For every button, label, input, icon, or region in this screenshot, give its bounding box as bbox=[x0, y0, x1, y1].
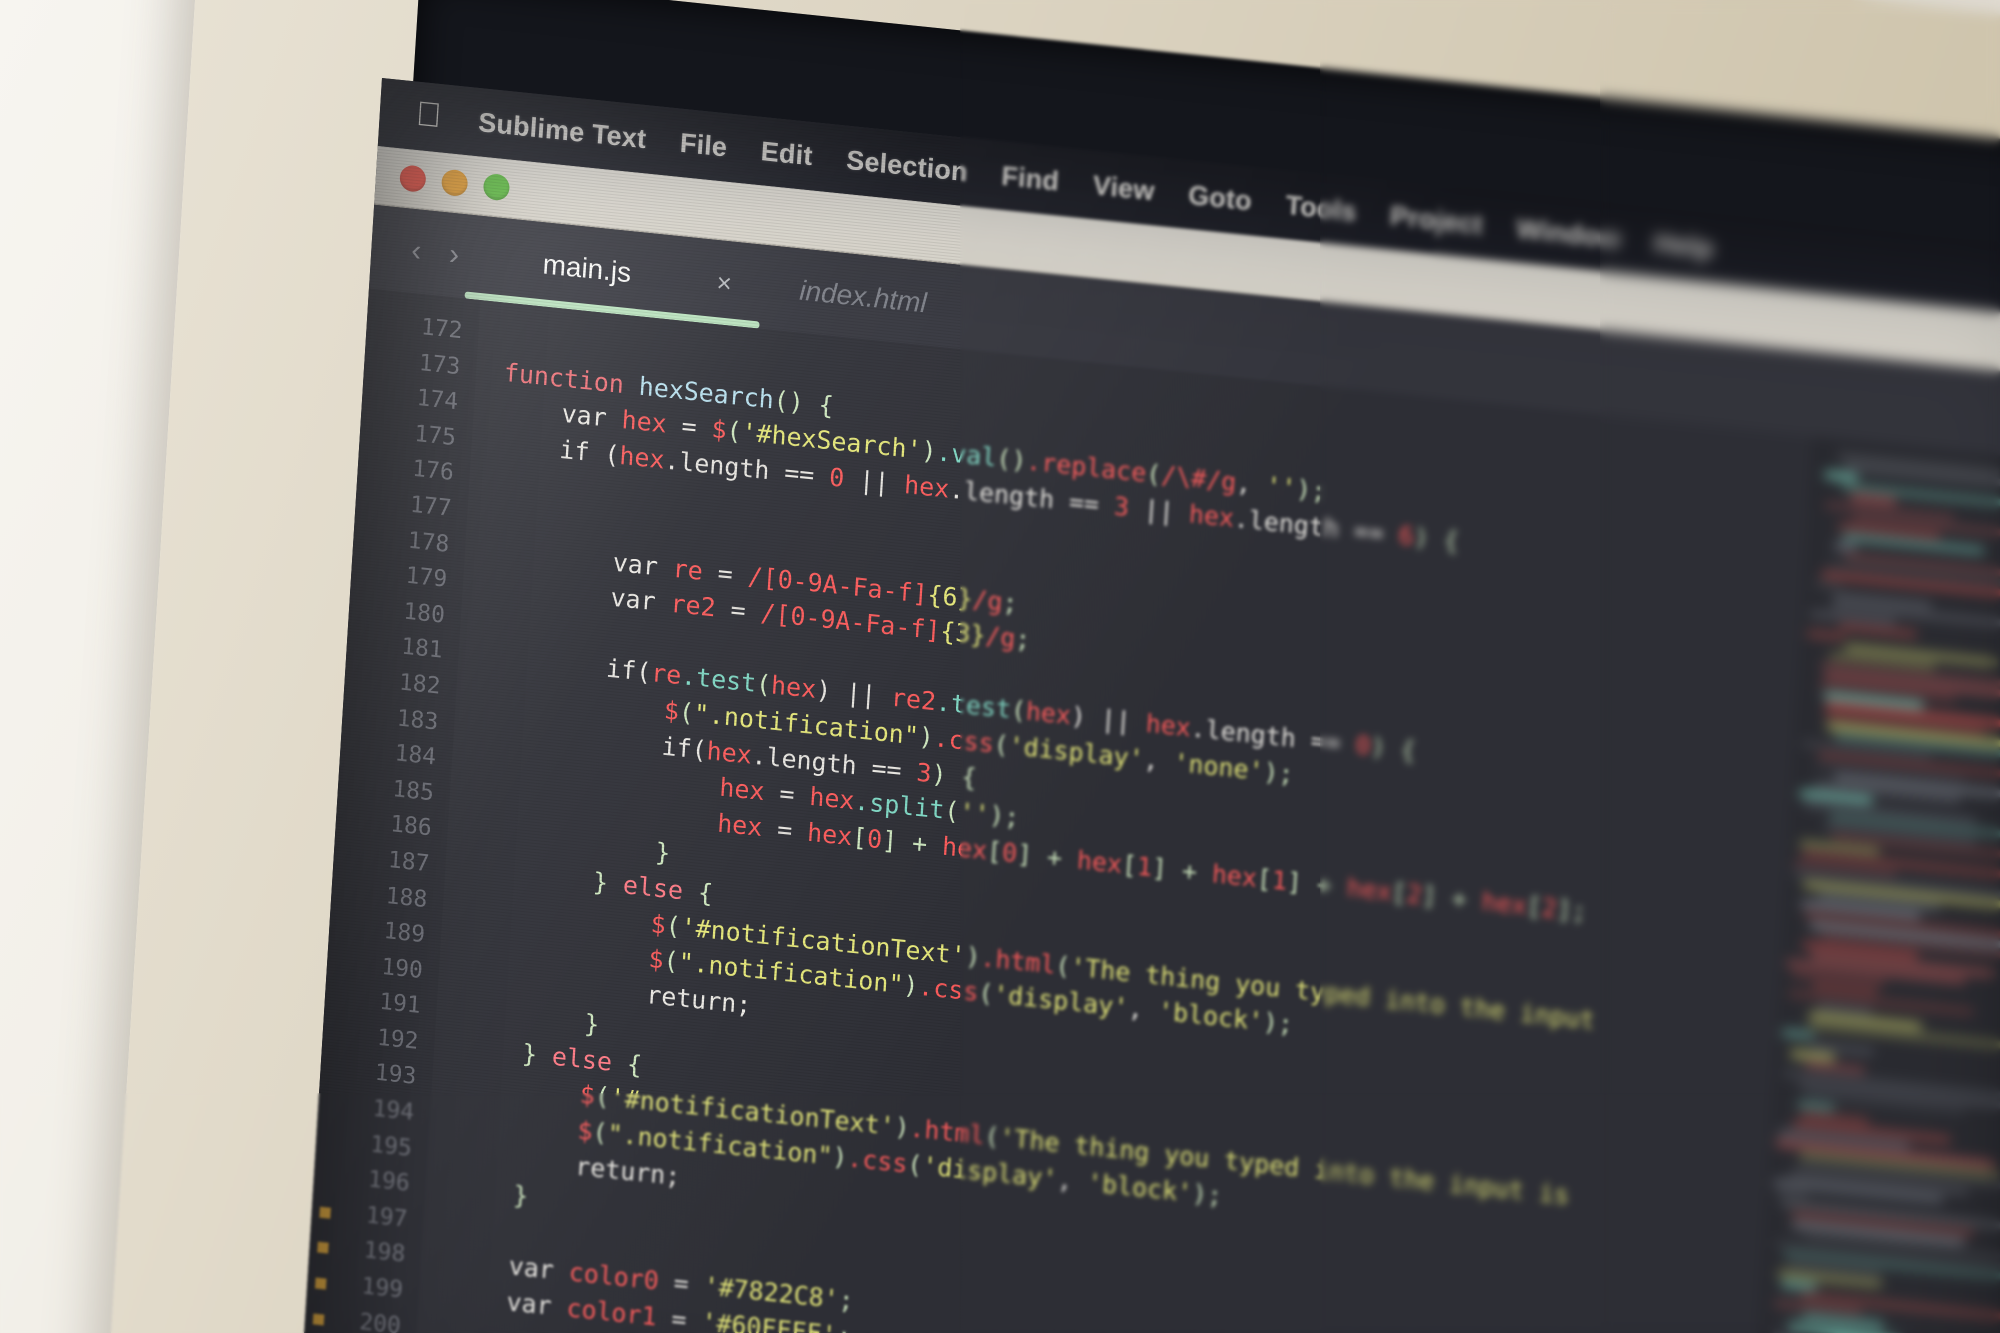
minimize-traffic-light[interactable] bbox=[440, 168, 469, 198]
menu-item-file[interactable]: File bbox=[662, 125, 745, 164]
code-token: re bbox=[650, 658, 683, 691]
code-token: { bbox=[611, 1047, 643, 1080]
close-traffic-light[interactable] bbox=[399, 164, 427, 193]
tab-label: index.html bbox=[798, 274, 928, 319]
nav-forward-icon[interactable]: › bbox=[434, 236, 474, 274]
menu-item-sublime-text[interactable]: Sublime Text bbox=[461, 105, 664, 157]
code-token: hex bbox=[620, 405, 668, 439]
code-token: hex bbox=[903, 469, 951, 504]
code-token: .split bbox=[853, 786, 946, 825]
code-token: { bbox=[682, 876, 714, 909]
code-token: else bbox=[551, 1041, 613, 1077]
code-token: else bbox=[622, 870, 684, 906]
tab-label: main.js bbox=[541, 248, 633, 289]
apple-logo-icon[interactable]:  bbox=[400, 93, 462, 141]
code-token: hex bbox=[770, 670, 818, 705]
code-token: = bbox=[761, 812, 809, 847]
code-token: hex bbox=[718, 772, 766, 807]
code-token: || bbox=[843, 463, 906, 499]
code-token: hex bbox=[808, 781, 856, 816]
zoom-traffic-light[interactable] bbox=[482, 172, 511, 202]
nav-back-icon[interactable]: ‹ bbox=[396, 232, 436, 270]
code-token: re2 bbox=[890, 683, 937, 717]
code-token: () { bbox=[772, 385, 835, 421]
code-token: .test bbox=[680, 661, 758, 699]
code-token: re2 bbox=[669, 588, 717, 623]
menu-item-edit[interactable]: Edit bbox=[743, 134, 830, 174]
code-token: ) || bbox=[815, 675, 892, 712]
code-token: = bbox=[701, 556, 749, 591]
code-token: = bbox=[714, 593, 762, 628]
close-icon[interactable]: × bbox=[716, 267, 733, 299]
code-token: hex bbox=[618, 440, 666, 475]
code-token: hex bbox=[806, 817, 854, 851]
code-token: hex bbox=[705, 735, 753, 770]
code-token: = bbox=[665, 409, 713, 444]
depth-blur-bottom bbox=[0, 1093, 2000, 1333]
code-token: ] + bbox=[881, 825, 944, 861]
laptop-photo:  Sublime Text File Edit Selection Find … bbox=[0, 0, 2000, 1333]
code-token: = bbox=[763, 777, 811, 811]
code-token: re bbox=[671, 553, 704, 586]
code-token: hex bbox=[716, 808, 764, 842]
code-token: } bbox=[461, 1032, 553, 1071]
